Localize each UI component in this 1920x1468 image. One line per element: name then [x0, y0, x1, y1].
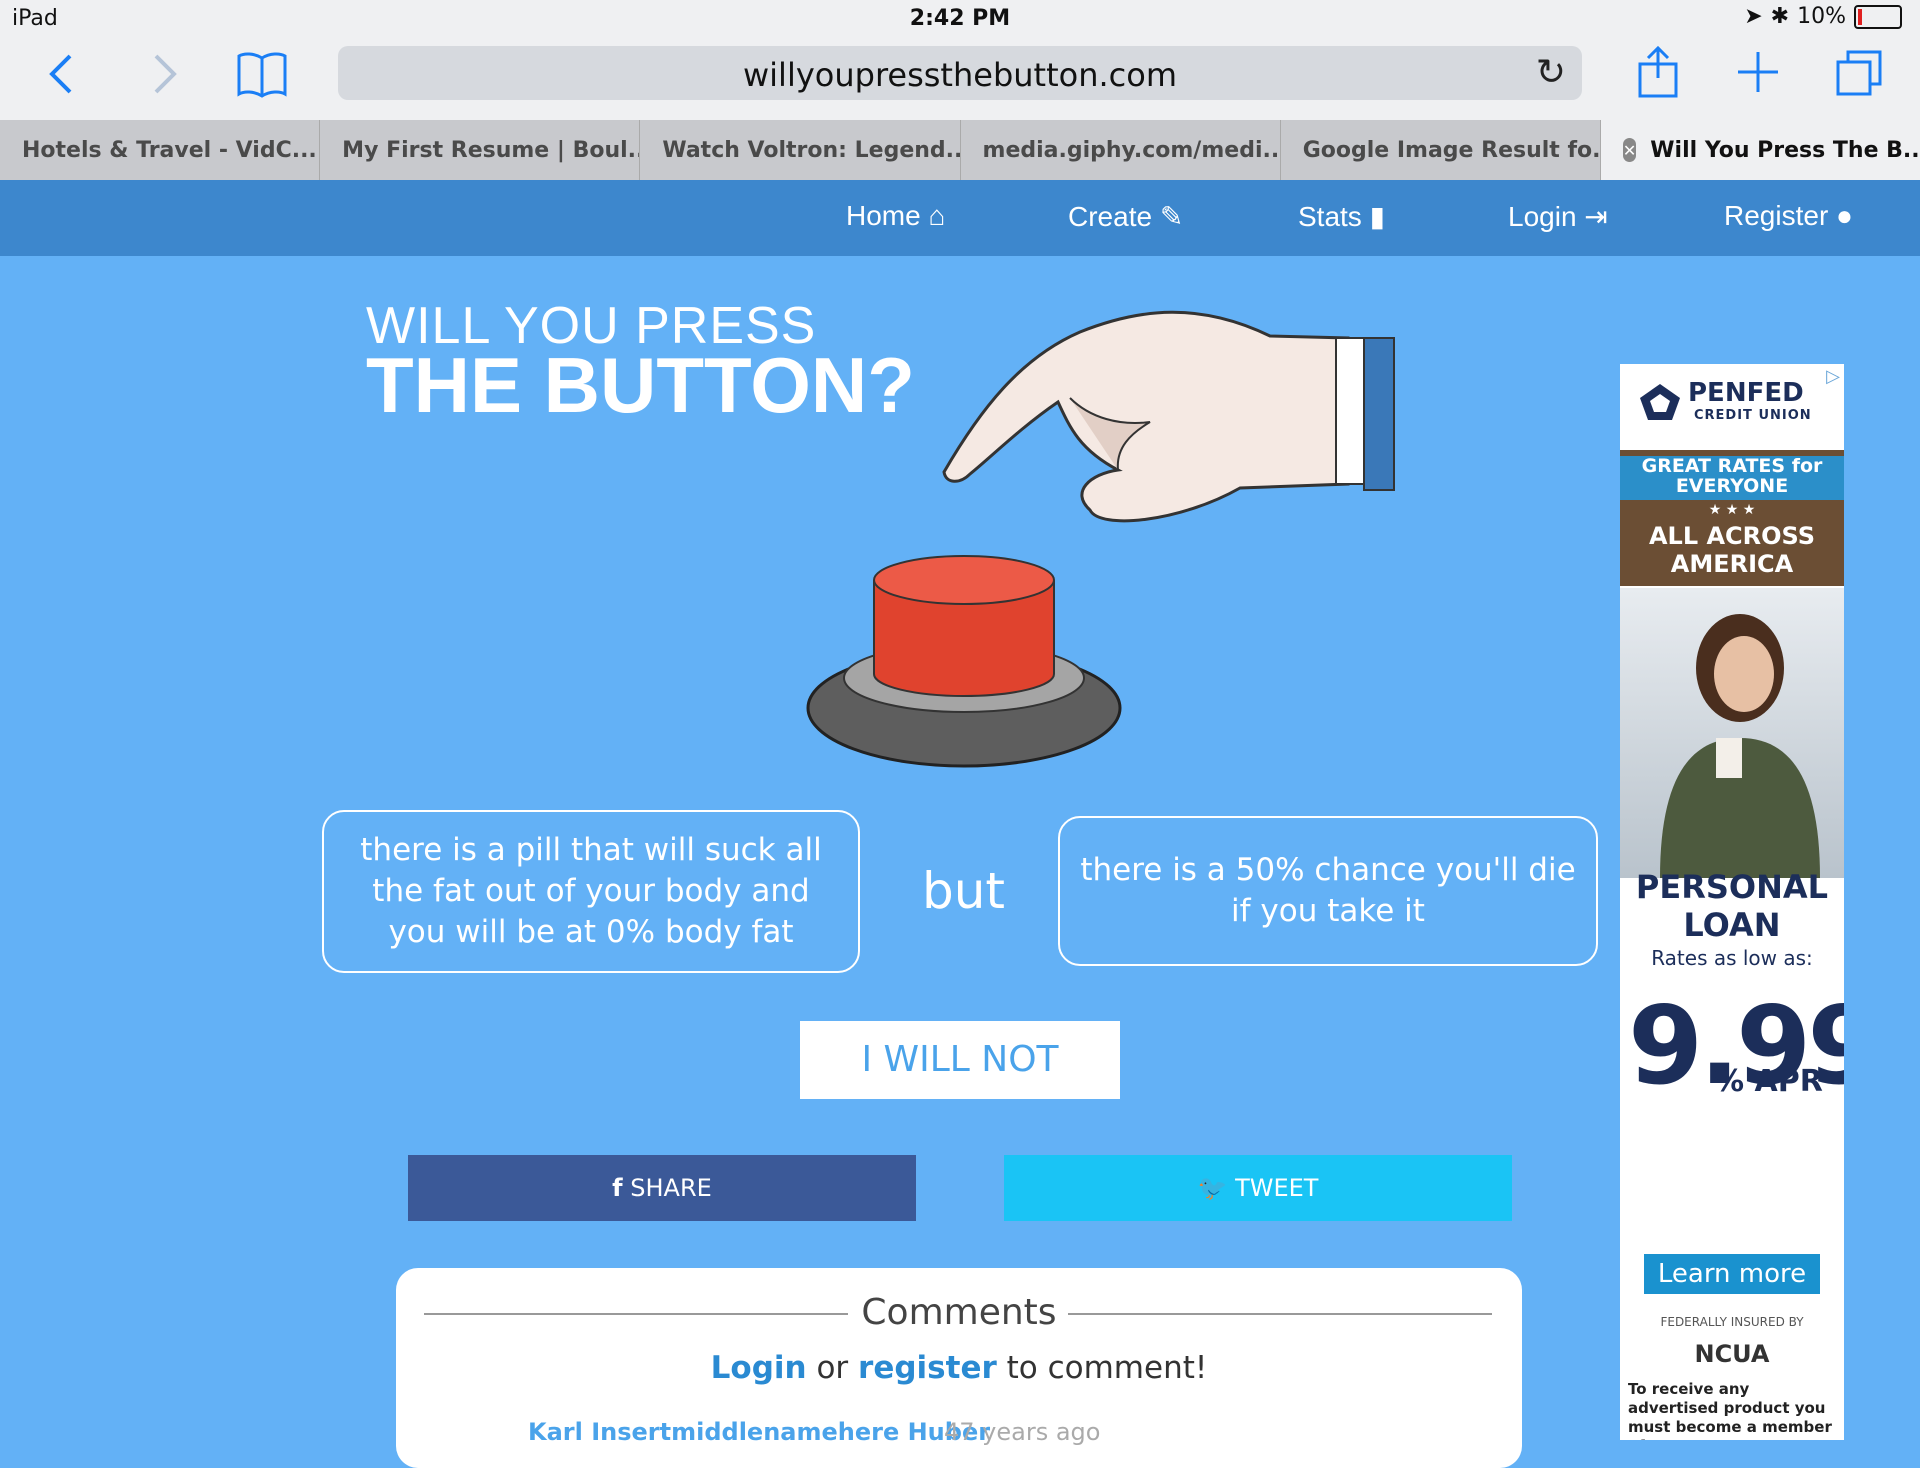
close-tab-icon[interactable]: ✕: [1622, 138, 1637, 162]
nav-stats-label: Stats: [1298, 201, 1362, 232]
pointing-hand-icon: [940, 298, 1400, 542]
comments-heading: Comments: [861, 1292, 1057, 1333]
ad-insured: FEDERALLY INSURED BY: [1660, 1315, 1804, 1329]
facebook-share-button[interactable]: f SHARE: [408, 1155, 916, 1221]
penfed-logo-icon: [1638, 382, 1682, 426]
dilemma-right-text: there is a 50% chance you'll die if you …: [1080, 852, 1576, 929]
nav-home[interactable]: Home ⌂: [846, 200, 945, 232]
dilemma-connector: but: [922, 862, 1006, 920]
dilemma-left-text: there is a pill that will suck all the f…: [360, 832, 822, 950]
dilemma-right: there is a 50% chance you'll die if you …: [1058, 816, 1598, 966]
red-button[interactable]: [804, 552, 1124, 774]
new-tab-icon[interactable]: [1736, 50, 1780, 98]
user-icon: ●: [1836, 200, 1853, 231]
tab-label: Hotels & Travel - VidC...: [22, 137, 317, 163]
sign-in-icon: ⇥: [1584, 201, 1608, 232]
site-navbar: Home ⌂ Create ✎ Stats ▮ Login ⇥ Register…: [0, 180, 1920, 256]
prompt-suffix: to comment!: [1006, 1350, 1208, 1386]
ad-ncua: NCUA: [1694, 1340, 1770, 1368]
browser-tab[interactable]: Watch Voltron: Legend...: [640, 120, 961, 180]
url-text: willyoupressthebutton.com: [742, 56, 1177, 94]
comments-register-link[interactable]: register: [858, 1350, 997, 1386]
tweet-button[interactable]: 🐦 TWEET: [1004, 1155, 1512, 1221]
ad-rate-unit: % APR: [1714, 1064, 1823, 1099]
reload-icon[interactable]: ↻: [1536, 52, 1566, 93]
browser-tab[interactable]: media.giphy.com/medi...: [961, 120, 1281, 180]
back-icon[interactable]: [46, 52, 76, 104]
nav-create-label: Create: [1068, 201, 1153, 232]
ad-rates-label: Rates as low as:: [1651, 946, 1813, 970]
nav-register[interactable]: Register ●: [1724, 200, 1853, 232]
ad-across: ALL ACROSS AMERICA: [1648, 522, 1816, 578]
bookmarks-icon[interactable]: [236, 50, 288, 102]
comment-author[interactable]: Karl Insertmiddlenamehere Huber: [528, 1418, 990, 1446]
nav-register-label: Register: [1724, 200, 1829, 231]
status-bar: iPad 2:42 PM ➤ ✱ 10%: [0, 0, 1920, 38]
facebook-icon: f: [612, 1174, 623, 1202]
nav-stats[interactable]: Stats ▮: [1298, 200, 1385, 233]
tab-label: media.giphy.com/medi...: [982, 137, 1281, 163]
browser-tab-active[interactable]: ✕ Will You Press The B...: [1600, 120, 1920, 180]
ad-banner[interactable]: ▷ PENFED CREDIT UNION GREAT RATES for EV…: [1620, 364, 1844, 1440]
browser-toolbar: willyoupressthebutton.com ↻: [0, 38, 1920, 120]
browser-tab[interactable]: Google Image Result fo...: [1281, 120, 1601, 180]
comments-panel: Comments Login or register to comment! K…: [396, 1268, 1522, 1468]
tab-label: Will You Press The B...: [1650, 137, 1920, 163]
forward-icon[interactable]: [150, 52, 180, 104]
nav-home-label: Home: [846, 200, 921, 231]
share-icon[interactable]: [1636, 44, 1680, 104]
ad-wood-banner: GREAT RATES for EVERYONE ★ ★ ★ ALL ACROS…: [1620, 450, 1844, 586]
pencil-icon: ✎: [1159, 201, 1184, 232]
ad-stars: ★ ★ ★: [1708, 502, 1756, 518]
ad-photo: [1620, 588, 1844, 878]
adchoices-icon[interactable]: ▷: [1826, 366, 1840, 387]
battery-icon: [1854, 4, 1902, 29]
bluetooth-icon: ✱: [1770, 4, 1790, 29]
tab-label: My First Resume | Boul...: [342, 137, 641, 163]
bar-chart-icon: ▮: [1369, 201, 1386, 232]
address-bar[interactable]: willyoupressthebutton.com ↻: [338, 46, 1582, 100]
nav-login-label: Login: [1508, 201, 1577, 232]
ad-ribbon: GREAT RATES for EVERYONE: [1620, 456, 1844, 500]
hero-title-line2: THE BUTTON?: [366, 341, 915, 429]
battery-percent: 10%: [1797, 4, 1846, 29]
tab-label: Google Image Result fo...: [1302, 137, 1601, 163]
will-not-button[interactable]: I WILL NOT: [800, 1021, 1120, 1099]
twitter-icon: 🐦: [1197, 1174, 1228, 1202]
tab-label: Watch Voltron: Legend...: [662, 137, 961, 163]
nav-login[interactable]: Login ⇥: [1508, 200, 1608, 233]
browser-tab[interactable]: Hotels & Travel - VidC...: [0, 120, 321, 180]
ad-learn-more-button[interactable]: Learn more: [1644, 1254, 1820, 1294]
ad-brand: PENFED: [1688, 378, 1804, 408]
login-prompt: Login or register to comment!: [396, 1350, 1522, 1386]
comments-login-link[interactable]: Login: [711, 1350, 807, 1386]
browser-tab[interactable]: My First Resume | Boul...: [320, 120, 641, 180]
tabs-overview-icon[interactable]: [1834, 48, 1884, 102]
location-icon: ➤: [1744, 4, 1763, 29]
nav-create[interactable]: Create ✎: [1068, 200, 1183, 233]
home-icon: ⌂: [928, 200, 946, 231]
tweet-label: TWEET: [1235, 1174, 1319, 1202]
ad-fine-print: To receive any advertised product you mu…: [1628, 1380, 1832, 1440]
clock: 2:42 PM: [909, 6, 1011, 31]
comment-age: 47 years ago: [944, 1418, 1101, 1446]
browser-tabs: Hotels & Travel - VidC... My First Resum…: [0, 120, 1920, 180]
ad-brand-sub: CREDIT UNION: [1694, 408, 1812, 423]
or-text: or: [816, 1350, 849, 1386]
dilemma-left: there is a pill that will suck all the f…: [322, 810, 860, 973]
ad-product: PERSONAL LOAN: [1635, 868, 1829, 944]
share-label: SHARE: [630, 1174, 712, 1202]
battery-status: ➤ ✱ 10%: [1744, 4, 1902, 29]
